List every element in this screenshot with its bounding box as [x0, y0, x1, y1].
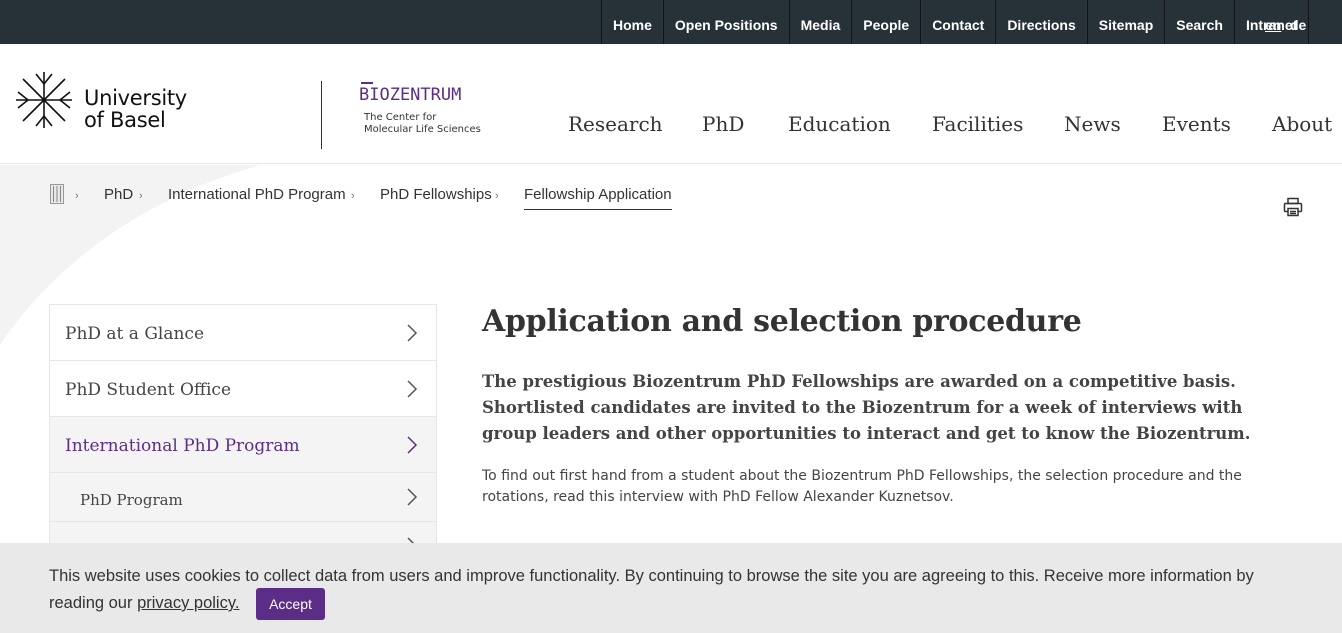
main-nav-research[interactable]: Research: [568, 112, 663, 136]
chevron-right-icon: ›: [351, 190, 355, 202]
utility-link-people[interactable]: People: [851, 0, 920, 44]
body-paragraph: To find out first hand from a student ab…: [482, 468, 1242, 505]
cookie-message: This website uses cookies to collect dat…: [49, 563, 1289, 617]
main-nav-about[interactable]: About: [1272, 112, 1332, 136]
main-nav-phd[interactable]: PhD: [702, 112, 744, 136]
utility-link-sitemap[interactable]: Sitemap: [1086, 0, 1164, 44]
chevron-right-icon: [407, 324, 418, 342]
university-name-line2: of Basel: [84, 108, 166, 132]
top-utility-bar: Home Open Positions Media People Contact…: [0, 0, 1342, 44]
sidenav-item-phd-at-a-glance[interactable]: PhD at a Glance: [50, 305, 436, 361]
main-nav-facilities[interactable]: Facilities: [932, 112, 1023, 136]
chevron-right-icon: ›: [495, 190, 499, 202]
home-building-icon[interactable]: [50, 184, 64, 204]
chevron-right-icon: [407, 488, 418, 506]
language-de[interactable]: de: [1290, 0, 1306, 44]
utility-nav: Home Open Positions Media People Contact…: [601, 0, 1310, 44]
utility-link-contact[interactable]: Contact: [920, 0, 995, 44]
chevron-right-icon: [407, 436, 418, 454]
utility-link-search[interactable]: Search: [1164, 0, 1234, 44]
chevron-right-icon: ›: [75, 190, 79, 202]
lead-paragraph: The prestigious Biozentrum PhD Fellowshi…: [482, 372, 1251, 443]
biozentrum-subtitle-line2: Molecular Life Sciences: [364, 124, 481, 135]
chevron-right-icon: ›: [139, 190, 143, 202]
sidenav-item-phd-student-office[interactable]: PhD Student Office: [50, 361, 436, 417]
page-title: Application and selection procedure: [482, 304, 1082, 339]
accept-cookies-button[interactable]: Accept: [256, 588, 325, 620]
main-nav-news[interactable]: News: [1064, 112, 1121, 136]
site-header: University of Basel BIOZENTRUM The Cente…: [0, 44, 1342, 164]
sidenav-item-international-phd-program[interactable]: International PhD Program: [50, 417, 436, 473]
university-logo-icon[interactable]: [14, 70, 74, 130]
university-name-line1: University: [84, 86, 187, 110]
logo-divider: [321, 81, 322, 149]
biozentrum-subtitle: The Center for Molecular Life Sciences: [364, 112, 481, 136]
sidenav-item-label: International PhD Program: [65, 436, 300, 456]
utility-link-open-positions[interactable]: Open Positions: [662, 0, 789, 44]
biozentrum-subtitle-line1: The Center for: [364, 112, 437, 123]
breadcrumb-phd[interactable]: PhD: [104, 186, 133, 203]
privacy-policy-link[interactable]: privacy policy.: [137, 594, 239, 612]
utility-link-directions[interactable]: Directions: [995, 0, 1086, 44]
sidenav-item-label: PhD Student Office: [65, 380, 232, 400]
sidenav-item-phd-program[interactable]: PhD Program: [50, 473, 436, 522]
sidenav-item-label: PhD Program: [80, 491, 183, 509]
main-nav-events[interactable]: Events: [1162, 112, 1231, 136]
breadcrumb-international-phd-program[interactable]: International PhD Program: [168, 186, 346, 203]
university-name[interactable]: University of Basel: [84, 87, 187, 131]
language-en[interactable]: en: [1265, 0, 1281, 44]
breadcrumb-current-page: Fellowship Application: [524, 186, 672, 210]
print-icon[interactable]: [1283, 197, 1303, 217]
utility-link-home[interactable]: Home: [601, 0, 663, 44]
sidenav-item-label: PhD at a Glance: [65, 324, 205, 344]
breadcrumb-phd-fellowships[interactable]: PhD Fellowships: [380, 186, 492, 203]
utility-link-media[interactable]: Media: [788, 0, 852, 44]
biozentrum-logo[interactable]: BIOZENTRUM: [359, 85, 461, 105]
cookie-banner: This website uses cookies to collect dat…: [0, 543, 1342, 633]
chevron-right-icon: [407, 380, 418, 398]
main-nav-education[interactable]: Education: [788, 112, 891, 136]
biozentrum-logo-bar: [361, 82, 373, 84]
